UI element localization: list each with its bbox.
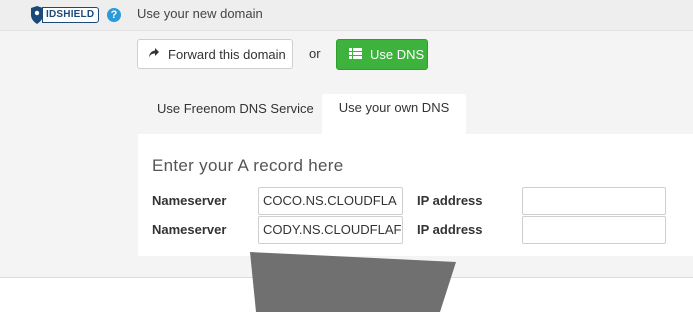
ip-address-1-input[interactable] xyxy=(522,187,666,215)
forward-domain-label: Forward this domain xyxy=(168,46,286,62)
ip-address-label: IP address xyxy=(417,222,483,237)
forward-domain-button[interactable]: Forward this domain xyxy=(137,39,293,69)
use-dns-label: Use DNS xyxy=(370,47,425,62)
nameserver-label: Nameserver xyxy=(152,193,227,208)
or-label: or xyxy=(309,46,321,61)
help-icon[interactable]: ? xyxy=(107,8,121,22)
idshield-logo[interactable]: IDSHIELD xyxy=(30,5,100,25)
tab-own-dns[interactable]: Use your own DNS xyxy=(322,94,466,134)
shield-icon xyxy=(30,5,44,25)
page-title: Use your new domain xyxy=(137,6,263,21)
panel-title: Enter your A record here xyxy=(152,156,344,175)
logo-text: IDSHIELD xyxy=(42,7,100,23)
tab-freenom-dns[interactable]: Use Freenom DNS Service xyxy=(157,101,314,116)
share-arrow-icon xyxy=(148,47,160,62)
nameserver-1-input[interactable]: COCO.NS.CLOUDFLA xyxy=(258,187,403,215)
list-icon xyxy=(349,47,362,62)
use-dns-button[interactable]: Use DNS xyxy=(336,39,428,70)
nameserver-2-input[interactable]: CODY.NS.CLOUDFLAF xyxy=(258,216,403,244)
top-bar xyxy=(0,0,693,30)
ip-address-2-input[interactable] xyxy=(522,216,666,244)
nameserver-label: Nameserver xyxy=(152,222,227,237)
ip-address-label: IP address xyxy=(417,193,483,208)
cursor-shadow-overlay xyxy=(250,252,456,312)
